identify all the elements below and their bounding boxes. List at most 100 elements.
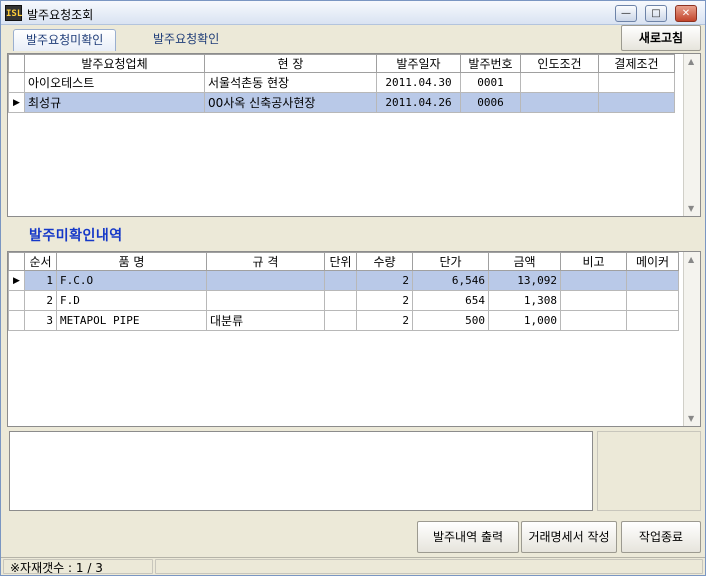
- header-indicator: [8, 252, 25, 271]
- header-seq[interactable]: 순서: [24, 252, 57, 271]
- scroll-down-icon[interactable]: ▼: [688, 204, 694, 213]
- cell-spec: 대분류: [206, 310, 325, 331]
- scroll-up-icon[interactable]: ▲: [688, 57, 694, 66]
- header-unit[interactable]: 단위: [324, 252, 357, 271]
- end-work-button[interactable]: 작업종료: [621, 521, 701, 553]
- tab-unconfirmed[interactable]: 발주요청미확인: [13, 29, 117, 51]
- header-delivery[interactable]: 인도조건: [520, 54, 599, 73]
- row-pointer-icon: ▶: [8, 92, 25, 113]
- table-row-selected[interactable]: ▶ 최성규 00사옥 신축공사현장 2011.04.26 0006: [8, 92, 675, 113]
- cell-maker: [626, 270, 679, 291]
- maximize-icon: □: [651, 8, 661, 19]
- cell-unit: [324, 310, 357, 331]
- create-statement-button[interactable]: 거래명세서 작성: [521, 521, 617, 553]
- header-amount[interactable]: 금액: [488, 252, 561, 271]
- close-window-button[interactable]: ✕: [675, 5, 697, 22]
- print-order-button[interactable]: 발주내역 출력: [417, 521, 519, 553]
- cell-company: 최성규: [24, 92, 205, 113]
- cell-name: METAPOL PIPE: [56, 310, 207, 331]
- row-indicator: [8, 290, 25, 311]
- orders-header: 발주요청업체 현 장 발주일자 발주번호 인도조건 결제조건: [8, 54, 675, 73]
- row-indicator: [8, 72, 25, 93]
- cell-name: F.D: [56, 290, 207, 311]
- cell-qty: 2: [356, 270, 413, 291]
- header-number[interactable]: 발주번호: [460, 54, 521, 73]
- cell-delivery: [520, 72, 599, 93]
- cell-amount: 13,092: [488, 270, 561, 291]
- cell-price: 6,546: [412, 270, 489, 291]
- status-cell-main: ※자재갯수 : 1 / 3: [3, 559, 153, 575]
- cell-date: 2011.04.30: [376, 72, 461, 93]
- cell-spec: [206, 270, 325, 291]
- cell-name: F.C.O: [56, 270, 207, 291]
- cell-date: 2011.04.26: [376, 92, 461, 113]
- refresh-button[interactable]: 새로고침: [621, 25, 701, 51]
- cell-maker: [626, 290, 679, 311]
- header-payment[interactable]: 결제조건: [598, 54, 675, 73]
- title-bar[interactable]: ISL 발주요청조회 — □ ✕: [1, 1, 705, 25]
- scroll-up-icon[interactable]: ▲: [688, 255, 694, 264]
- row-pointer-icon: ▶: [8, 270, 25, 291]
- items-table: 순서 품 명 규 격 단위 수량 단가 금액 비고 메이커 ▶ 1 F.C.O …: [8, 252, 679, 331]
- items-grid[interactable]: 순서 품 명 규 격 단위 수량 단가 금액 비고 메이커 ▶ 1 F.C.O …: [7, 251, 701, 427]
- row-indicator: [8, 310, 25, 331]
- cell-payment: [598, 72, 675, 93]
- header-date[interactable]: 발주일자: [376, 54, 461, 73]
- minimize-button[interactable]: —: [615, 5, 637, 22]
- header-price[interactable]: 단가: [412, 252, 489, 271]
- cell-note: [560, 310, 627, 331]
- cell-site: 00사옥 신축공사현장: [204, 92, 377, 113]
- table-row[interactable]: 2 F.D 2 654 1,308: [8, 290, 679, 311]
- cell-site: 서울석촌동 현장: [204, 72, 377, 93]
- header-company[interactable]: 발주요청업체: [24, 54, 205, 73]
- app-icon: ISL: [5, 5, 22, 21]
- section-title: 발주미확인내역: [29, 228, 123, 244]
- cell-seq: 2: [24, 290, 57, 311]
- items-scrollbar[interactable]: ▲ ▼: [683, 252, 700, 426]
- cell-qty: 2: [356, 310, 413, 331]
- main-window: ISL 발주요청조회 — □ ✕ 발주요청미확인 발주요청확인 새로고침 발주요…: [0, 0, 706, 576]
- maximize-button[interactable]: □: [645, 5, 667, 22]
- status-bar: ※자재갯수 : 1 / 3: [1, 557, 705, 575]
- orders-scrollbar[interactable]: ▲ ▼: [683, 54, 700, 216]
- cell-spec: [206, 290, 325, 311]
- cell-maker: [626, 310, 679, 331]
- tab-confirmed[interactable]: 발주요청확인: [141, 29, 231, 51]
- cell-delivery: [520, 92, 599, 113]
- memo-textarea[interactable]: [9, 431, 593, 511]
- cell-unit: [324, 270, 357, 291]
- cell-qty: 2: [356, 290, 413, 311]
- cell-unit: [324, 290, 357, 311]
- cell-payment: [598, 92, 675, 113]
- cell-seq: 1: [24, 270, 57, 291]
- cell-amount: 1,000: [488, 310, 561, 331]
- scroll-down-icon[interactable]: ▼: [688, 414, 694, 423]
- cell-number: 0001: [460, 72, 521, 93]
- header-site[interactable]: 현 장: [204, 54, 377, 73]
- minimize-icon: —: [621, 8, 631, 19]
- cell-price: 500: [412, 310, 489, 331]
- items-header: 순서 품 명 규 격 단위 수량 단가 금액 비고 메이커: [8, 252, 679, 271]
- orders-grid[interactable]: 발주요청업체 현 장 발주일자 발주번호 인도조건 결제조건 아이오테스트 서울…: [7, 53, 701, 217]
- header-indicator: [8, 54, 25, 73]
- cell-seq: 3: [24, 310, 57, 331]
- close-icon: ✕: [681, 8, 691, 19]
- table-row[interactable]: 3 METAPOL PIPE 대분류 2 500 1,000: [8, 310, 679, 331]
- table-row[interactable]: 아이오테스트 서울석촌동 현장 2011.04.30 0001: [8, 72, 675, 93]
- header-note[interactable]: 비고: [560, 252, 627, 271]
- header-name[interactable]: 품 명: [56, 252, 207, 271]
- cell-price: 654: [412, 290, 489, 311]
- memo-side-panel: [597, 431, 701, 511]
- table-row-selected[interactable]: ▶ 1 F.C.O 2 6,546 13,092: [8, 270, 679, 291]
- header-maker[interactable]: 메이커: [626, 252, 679, 271]
- cell-amount: 1,308: [488, 290, 561, 311]
- window-title: 발주요청조회: [27, 8, 94, 22]
- header-qty[interactable]: 수량: [356, 252, 413, 271]
- orders-table: 발주요청업체 현 장 발주일자 발주번호 인도조건 결제조건 아이오테스트 서울…: [8, 54, 675, 113]
- status-text: ※자재갯수 : 1 / 3: [10, 561, 103, 575]
- cell-number: 0006: [460, 92, 521, 113]
- status-cell-empty: [155, 559, 703, 574]
- cell-note: [560, 270, 627, 291]
- cell-note: [560, 290, 627, 311]
- header-spec[interactable]: 규 격: [206, 252, 325, 271]
